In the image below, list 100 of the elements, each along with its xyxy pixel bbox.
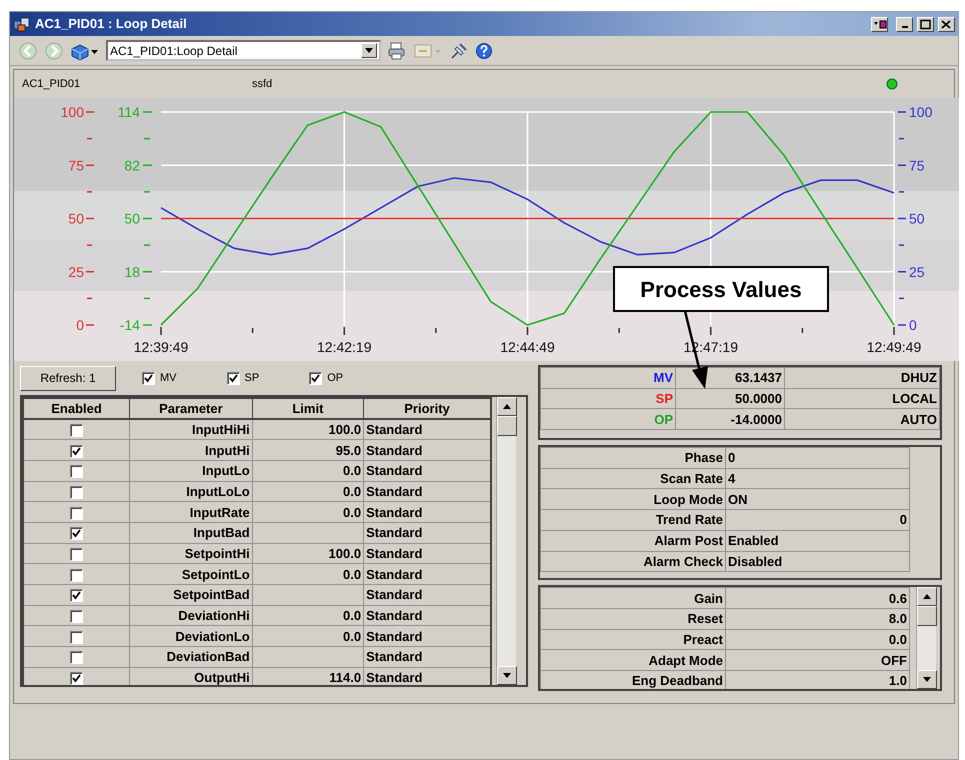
checkbox[interactable] bbox=[70, 651, 84, 664]
checkbox[interactable] bbox=[70, 424, 84, 438]
checkbox[interactable] bbox=[70, 630, 84, 644]
restore-menu-button[interactable] bbox=[871, 16, 888, 32]
checkbox[interactable] bbox=[70, 506, 84, 520]
description-label: ssfd bbox=[252, 76, 274, 92]
table-cell: -14.0000 bbox=[676, 408, 784, 430]
table-cell: Phase bbox=[540, 448, 726, 468]
column-header[interactable]: Limit bbox=[252, 398, 364, 419]
table-cell: InputLoLo bbox=[130, 481, 252, 502]
table-cell: 0.0 bbox=[252, 502, 364, 522]
time-axis-label: 12:42:19 bbox=[317, 339, 372, 355]
scroll-up-button[interactable] bbox=[917, 587, 937, 606]
table-cell: AUTO bbox=[784, 408, 940, 430]
table-cell: InputRate bbox=[130, 502, 252, 522]
close-button[interactable] bbox=[938, 16, 955, 32]
up-arrow-icon bbox=[923, 594, 931, 600]
table-cell: Scan Rate bbox=[540, 468, 726, 489]
checkbox-label: MV bbox=[160, 370, 176, 386]
table-cell: SetpointLo bbox=[130, 564, 252, 584]
down-arrow-icon bbox=[503, 673, 511, 678]
checkbox-label: SP bbox=[244, 370, 260, 386]
checkbox[interactable] bbox=[142, 372, 155, 384]
table-cell: 0.6 bbox=[726, 588, 910, 608]
table-cell: SetpointHi bbox=[130, 543, 252, 564]
scroll-down-button[interactable] bbox=[917, 670, 937, 690]
restore-menu-icon bbox=[872, 18, 886, 30]
maximize-button[interactable] bbox=[917, 16, 934, 32]
scroll-down-button[interactable] bbox=[497, 666, 517, 685]
table-cell: Reset bbox=[540, 608, 726, 630]
table-cell: Enabled bbox=[726, 530, 910, 551]
table-cell: Eng Deadband bbox=[540, 670, 726, 690]
scroll-up-button[interactable] bbox=[497, 397, 517, 416]
table-cell: DHUZ bbox=[784, 368, 940, 388]
table-cell: 0.0 bbox=[252, 481, 364, 502]
location-dropdown[interactable]: AC1_PID01:Loop Detail bbox=[106, 40, 381, 61]
table-cell: Alarm Post bbox=[540, 530, 726, 551]
table-cell: 0.0 bbox=[726, 629, 910, 650]
table-cell: InputHi bbox=[130, 440, 252, 460]
checkbox[interactable] bbox=[70, 527, 84, 540]
table-cell: DeviationBad bbox=[130, 646, 252, 668]
printer-icon[interactable] bbox=[387, 40, 407, 60]
checkbox[interactable] bbox=[70, 568, 84, 582]
table-cell: 100.0 bbox=[252, 543, 364, 564]
callout-label: Process Values bbox=[613, 266, 829, 312]
pv-label: SP bbox=[540, 388, 676, 409]
table-cell: 100.0 bbox=[252, 419, 364, 440]
checkbox[interactable] bbox=[309, 372, 322, 384]
axis-label: 25 bbox=[909, 264, 925, 280]
pin-icon[interactable] bbox=[449, 40, 469, 60]
table-cell: InputLo bbox=[130, 460, 252, 482]
table-cell: Gain bbox=[540, 588, 726, 608]
checkbox[interactable] bbox=[70, 589, 84, 602]
scrollbar-thumb[interactable] bbox=[917, 606, 937, 626]
time-axis-label: 12:44:49 bbox=[500, 339, 555, 355]
app-icon bbox=[13, 16, 31, 32]
table-cell: Loop Mode bbox=[540, 488, 726, 510]
axis-label: 75 bbox=[909, 157, 925, 174]
axis-label: 50 bbox=[909, 210, 925, 226]
help-icon[interactable] bbox=[475, 42, 493, 60]
table-cell: 8.0 bbox=[726, 608, 910, 630]
table-cell: 0.0 bbox=[252, 626, 364, 647]
checkbox[interactable] bbox=[70, 672, 84, 685]
checkbox[interactable] bbox=[70, 548, 84, 562]
close-icon bbox=[940, 18, 954, 30]
table-cell: 0.0 bbox=[252, 605, 364, 626]
table-cell: InputBad bbox=[130, 522, 252, 544]
table-cell: DeviationLo bbox=[130, 626, 252, 647]
pv-label: MV bbox=[540, 368, 676, 388]
table-cell: 50.0000 bbox=[676, 388, 784, 409]
column-header[interactable]: Parameter bbox=[130, 398, 252, 419]
up-arrow-icon bbox=[503, 404, 511, 409]
time-axis-label: 12:49:49 bbox=[866, 339, 922, 355]
maximize-icon bbox=[918, 18, 932, 30]
table-cell: 95.0 bbox=[252, 440, 364, 460]
axis-label: 114 bbox=[118, 104, 140, 120]
checkbox[interactable] bbox=[70, 465, 84, 478]
axis-label: 100 bbox=[909, 104, 932, 120]
time-axis-label: 12:39:49 bbox=[134, 339, 188, 355]
table-cell: 0.0 bbox=[252, 564, 364, 584]
table-cell: ON bbox=[726, 488, 910, 510]
checkbox[interactable] bbox=[70, 444, 84, 458]
tag-label: AC1_PID01 bbox=[22, 76, 82, 92]
pv-label: OP bbox=[540, 408, 676, 430]
table-cell: LOCAL bbox=[784, 388, 940, 409]
table-cell: Adapt Mode bbox=[540, 650, 726, 670]
table-cell: Alarm Check bbox=[540, 551, 726, 572]
table-cell: OFF bbox=[726, 650, 910, 670]
table-cell: DeviationHi bbox=[130, 605, 252, 626]
axis-label: 0 bbox=[909, 317, 917, 333]
refresh-button[interactable]: Refresh: 1 bbox=[20, 366, 116, 390]
minimize-button[interactable] bbox=[896, 16, 913, 32]
column-header[interactable]: Enabled bbox=[23, 398, 130, 419]
checkbox[interactable] bbox=[70, 610, 84, 624]
table-cell: Disabled bbox=[726, 551, 910, 572]
checkbox[interactable] bbox=[226, 372, 240, 384]
axis-label: 50 bbox=[124, 210, 140, 226]
table-cell: Preact bbox=[540, 629, 726, 650]
scrollbar-thumb[interactable] bbox=[497, 416, 517, 436]
checkbox[interactable] bbox=[70, 486, 84, 499]
